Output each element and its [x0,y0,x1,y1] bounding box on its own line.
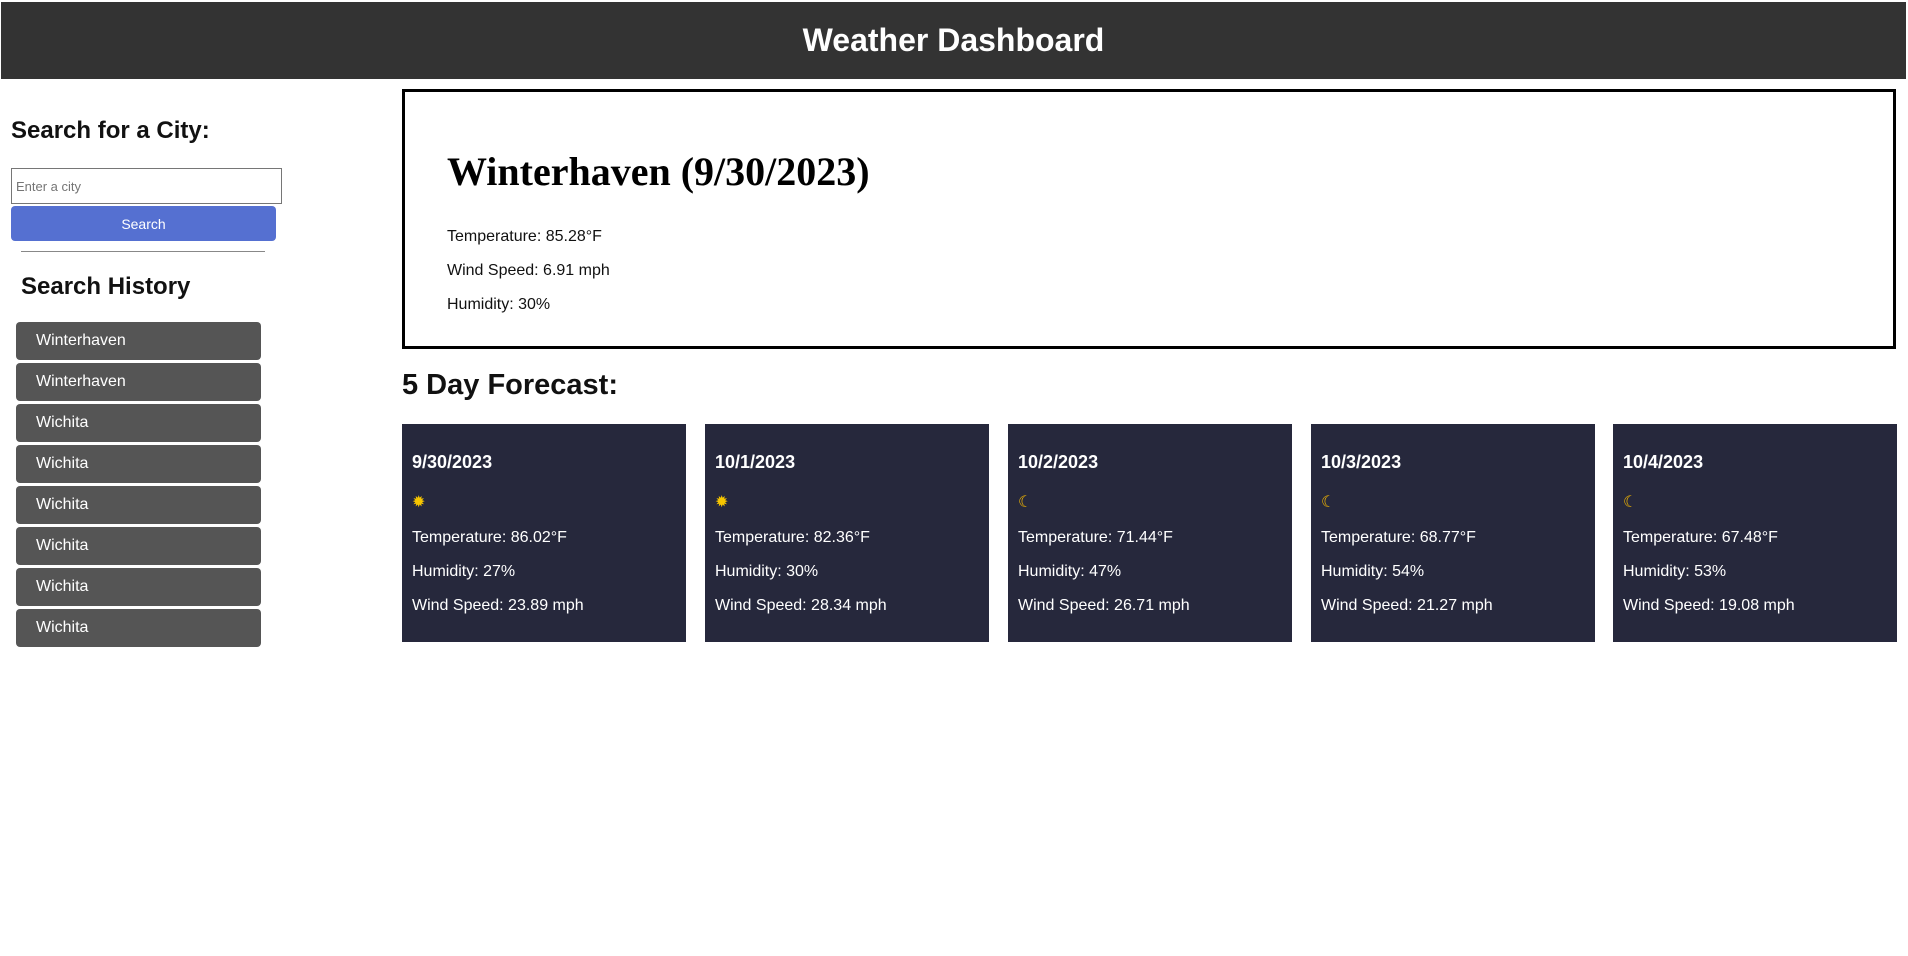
forecast-temperature: Temperature: 67.48°F [1623,529,1778,546]
forecast-date: 10/2/2023 [1018,452,1099,472]
forecast-humidity: Humidity: 30% [715,563,819,580]
header-bar: Weather Dashboard [1,2,1906,79]
forecast-humidity: Humidity: 54% [1321,563,1425,580]
history-item[interactable]: Wichita [16,527,261,565]
forecast-wind-speed: Wind Speed: 26.71 mph [1018,597,1190,614]
search-history-heading: Search History [21,273,191,300]
forecast-temperature: Temperature: 68.77°F [1321,529,1476,546]
search-history-list: Winterhaven Winterhaven Wichita Wichita … [16,322,261,647]
current-humidity: Humidity: 30% [447,296,551,313]
forecast-temperature: Temperature: 71.44°F [1018,529,1173,546]
sun-icon: ✹ [412,494,426,511]
search-heading: Search for a City: [11,117,210,144]
search-button[interactable]: Search [11,206,276,241]
forecast-card: 10/1/2023 ✹ Temperature: 82.36°F Humidit… [705,424,989,642]
forecast-date: 10/3/2023 [1321,452,1402,472]
history-item[interactable]: Winterhaven [16,322,261,360]
forecast-wind-speed: Wind Speed: 23.89 mph [412,597,584,614]
forecast-wind-speed: Wind Speed: 21.27 mph [1321,597,1493,614]
weather-dashboard-page: Weather Dashboard Search for a City: Sea… [0,0,1908,956]
forecast-humidity: Humidity: 27% [412,563,516,580]
history-item[interactable]: Wichita [16,609,261,647]
forecast-card: 10/4/2023 ☾ Temperature: 67.48°F Humidit… [1613,424,1897,642]
current-weather-panel: Winterhaven (9/30/2023) Temperature: 85.… [402,89,1896,349]
moon-icon: ☾ [1623,494,1638,511]
forecast-card: 9/30/2023 ✹ Temperature: 86.02°F Humidit… [402,424,686,642]
forecast-date: 9/30/2023 [412,452,493,472]
history-item[interactable]: Wichita [16,568,261,606]
current-temperature: Temperature: 85.28°F [447,228,602,245]
forecast-wind-speed: Wind Speed: 28.34 mph [715,597,887,614]
forecast-card: 10/2/2023 ☾ Temperature: 71.44°F Humidit… [1008,424,1292,642]
forecast-humidity: Humidity: 53% [1623,563,1727,580]
forecast-temperature: Temperature: 86.02°F [412,529,567,546]
page-title: Weather Dashboard [802,22,1105,58]
forecast-date: 10/1/2023 [715,452,796,472]
history-item[interactable]: Wichita [16,404,261,442]
forecast-date: 10/4/2023 [1623,452,1704,472]
forecast-row: 9/30/2023 ✹ Temperature: 86.02°F Humidit… [402,424,1897,642]
sun-icon: ✹ [715,494,729,511]
history-item[interactable]: Wichita [16,445,261,483]
current-city-title: Winterhaven (9/30/2023) [447,149,870,194]
city-search-input[interactable] [11,168,282,204]
forecast-heading: 5 Day Forecast: [402,369,618,401]
forecast-humidity: Humidity: 47% [1018,563,1122,580]
forecast-temperature: Temperature: 82.36°F [715,529,870,546]
forecast-card: 10/3/2023 ☾ Temperature: 68.77°F Humidit… [1311,424,1595,642]
moon-icon: ☾ [1321,494,1336,511]
history-item[interactable]: Wichita [16,486,261,524]
current-wind-speed: Wind Speed: 6.91 mph [447,262,610,279]
history-item[interactable]: Winterhaven [16,363,261,401]
forecast-wind-speed: Wind Speed: 19.08 mph [1623,597,1795,614]
moon-icon: ☾ [1018,494,1033,511]
sidebar-divider [21,251,265,252]
